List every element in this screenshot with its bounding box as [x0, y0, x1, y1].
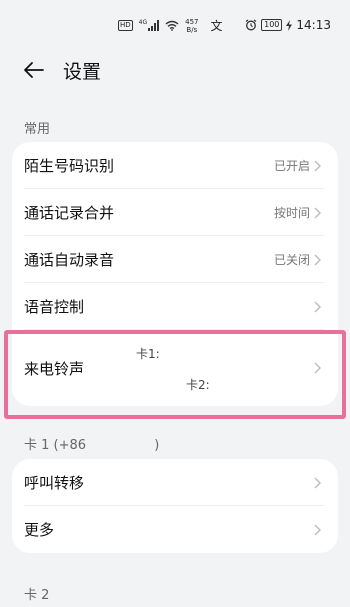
sim1-close-paren: ): [154, 438, 160, 453]
common-settings-card: 陌生号码识别 已开启 通话记录合并 按时间 通话自动录音 已关闭 语音控制 来电…: [12, 142, 338, 406]
chevron-right-icon: [314, 523, 324, 537]
speed-value: 457: [185, 17, 199, 26]
hd-badge: HD: [118, 20, 133, 31]
chevron-right-icon: [314, 206, 324, 220]
setting-value: 按时间: [273, 206, 310, 220]
ringtone-sim2: 卡2:: [186, 378, 210, 392]
chevron-right-icon: [314, 159, 324, 173]
setting-label: 呼叫转移: [24, 474, 85, 492]
setting-voice-control[interactable]: 语音控制: [12, 283, 338, 330]
setting-label: 更多: [24, 521, 55, 539]
setting-label: 来电铃声: [24, 359, 85, 378]
notification-icon: 文: [210, 19, 223, 33]
section-label-common: 常用: [24, 122, 51, 137]
back-arrow-icon: [24, 62, 44, 78]
alarm-icon: [245, 19, 257, 31]
setting-label: 通话自动录音: [24, 251, 115, 269]
setting-unknown-number-id[interactable]: 陌生号码识别 已开启: [12, 142, 338, 189]
status-right: 100 14:13: [245, 18, 331, 32]
speed-unit: B/s: [186, 25, 198, 34]
setting-label: 语音控制: [24, 298, 85, 316]
sim1-settings-card: 呼叫转移 更多: [12, 459, 338, 553]
setting-value: 已开启: [273, 159, 310, 173]
setting-value: 已关闭: [273, 253, 310, 267]
charging-icon: [286, 19, 293, 31]
network-speed: 457 B/s: [185, 18, 198, 34]
app-header: 设置: [0, 52, 350, 88]
setting-label: 陌生号码识别: [24, 157, 115, 175]
setting-more[interactable]: 更多: [12, 506, 338, 553]
wifi-icon: [165, 20, 179, 31]
chevron-right-icon: [314, 476, 324, 490]
ringtone-sim1: 卡1:: [136, 347, 160, 361]
chevron-right-icon: [314, 300, 324, 314]
cellular-signal-icon: 4G: [138, 19, 160, 31]
back-button[interactable]: [22, 58, 46, 82]
setting-call-forwarding[interactable]: 呼叫转移: [12, 459, 338, 506]
section-label-sim2: 卡 2: [24, 588, 50, 603]
sim1-number: 卡 1 (+86: [24, 438, 87, 453]
status-bar: HD 4G 457 B/s 文 100 14:13: [0, 0, 350, 52]
chevron-right-icon: [314, 361, 324, 375]
network-type: 4G: [138, 19, 148, 26]
setting-label: 通话记录合并: [24, 204, 115, 222]
setting-auto-record[interactable]: 通话自动录音 已关闭: [12, 236, 338, 283]
chevron-right-icon: [314, 253, 324, 267]
setting-call-log-merge[interactable]: 通话记录合并 按时间: [12, 189, 338, 236]
battery-icon: 100: [261, 19, 283, 31]
status-left: HD 4G 457 B/s 文: [118, 17, 223, 34]
setting-ringtone[interactable]: 来电铃声 卡1: 卡2:: [12, 330, 338, 406]
page-title: 设置: [63, 61, 102, 83]
section-label-sim1: 卡 1 (+86 ): [24, 434, 159, 453]
clock-time: 14:13: [296, 18, 331, 32]
